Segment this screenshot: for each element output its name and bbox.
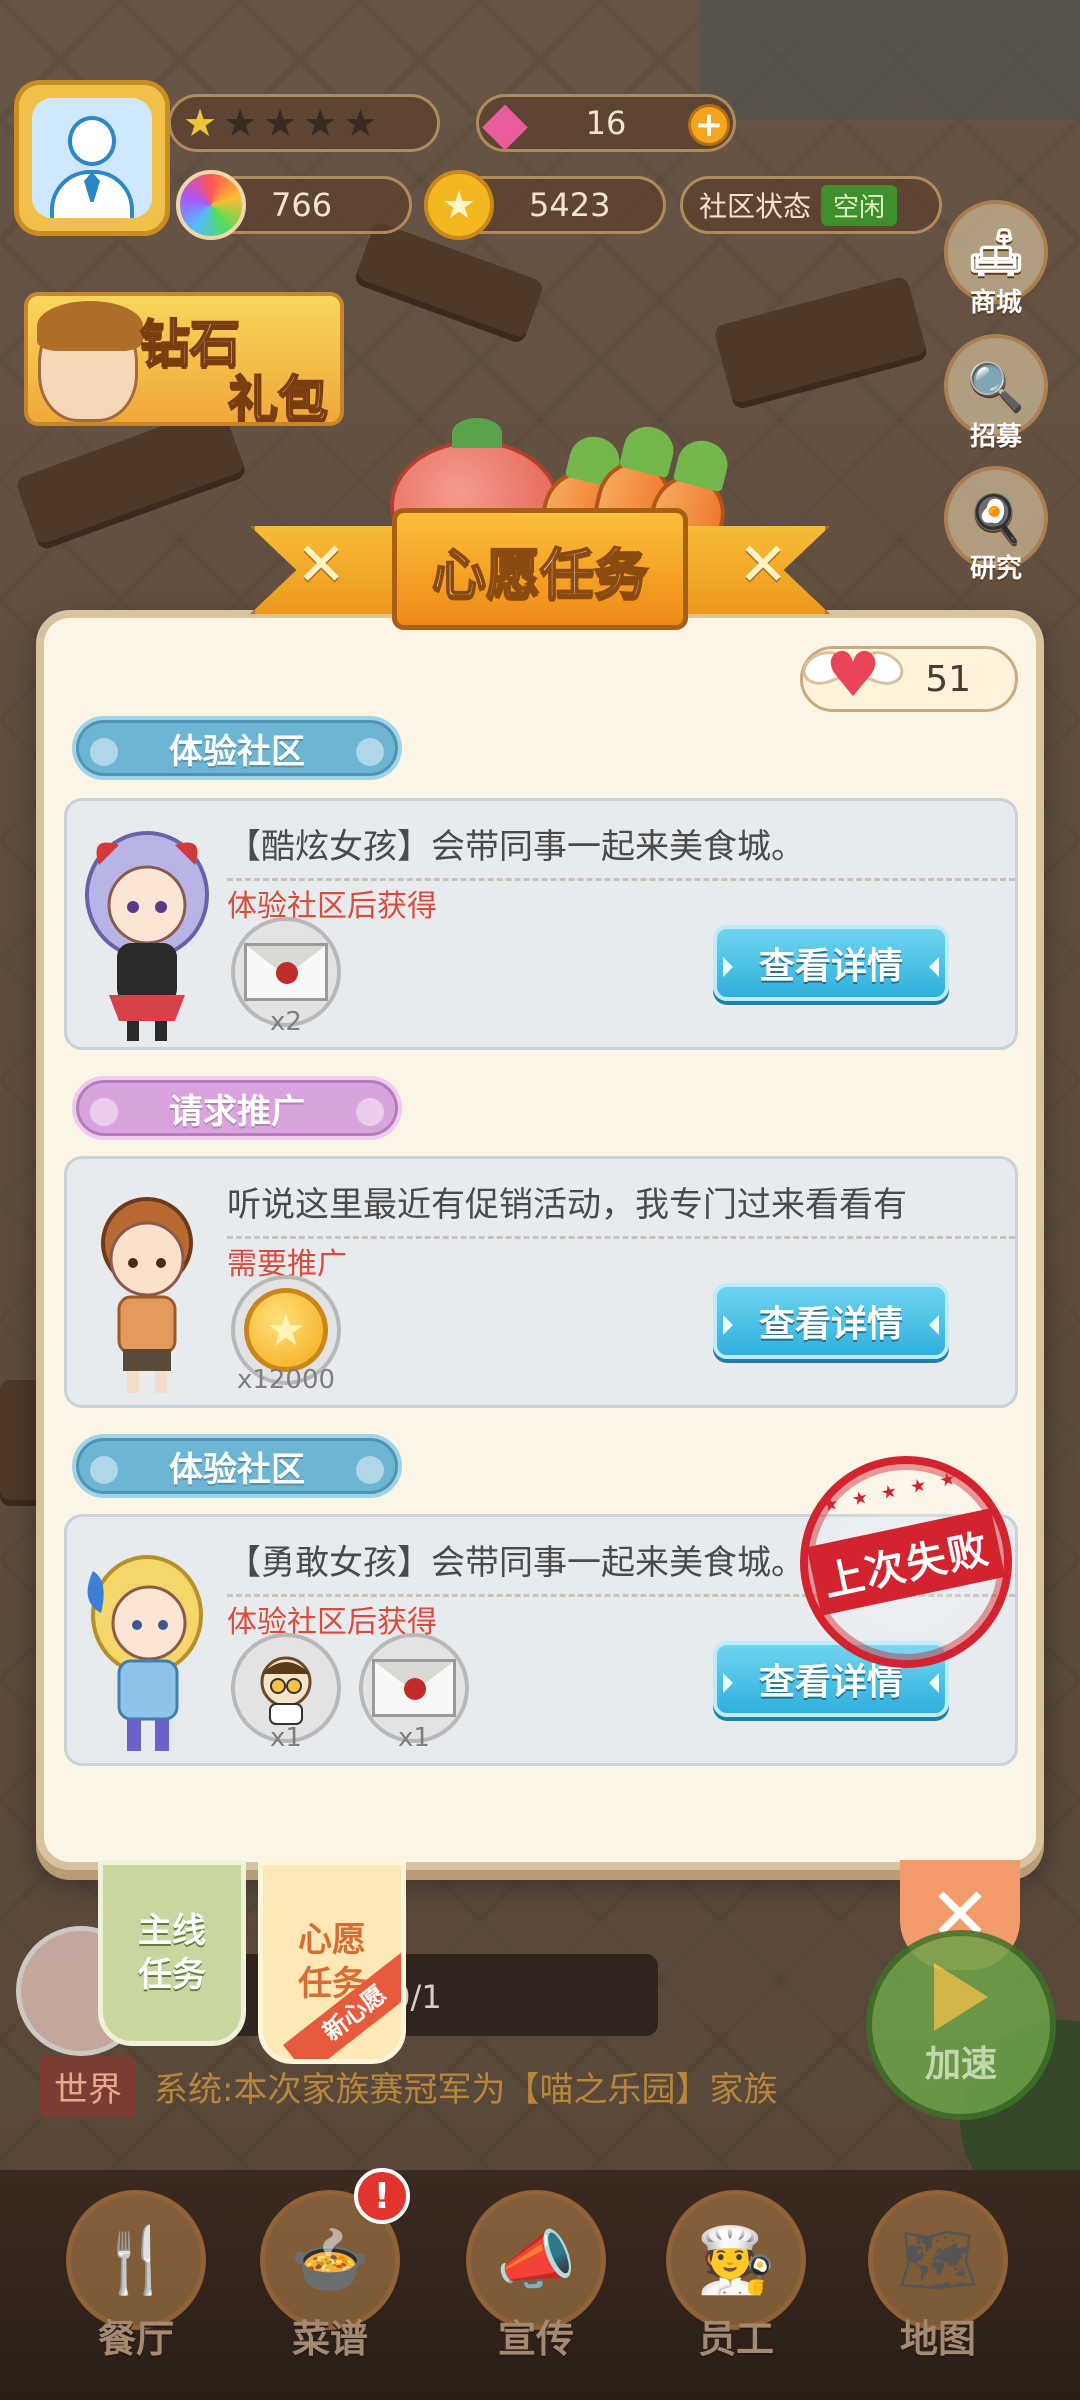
- envelope-icon: [372, 1659, 456, 1717]
- diamond-gift-pack[interactable]: 钻石 礼包: [24, 292, 344, 426]
- gold-coin-icon: ★: [244, 1288, 328, 1372]
- gem-icon: ◆: [481, 88, 529, 158]
- dialog-title-plate: 心愿任务: [392, 508, 688, 630]
- tab-main-quest[interactable]: 主线 任务: [98, 1860, 246, 2046]
- star-icon: ★: [223, 101, 258, 145]
- side-button-recruit[interactable]: 🔍 招募: [940, 334, 1052, 458]
- wish-task-card: 听说这里最近有促销活动，我专门过来看看有 需要推广 ★ x12000 查看详情: [64, 1156, 1018, 1408]
- envelope-icon: [244, 943, 328, 1001]
- tab-wish-quest[interactable]: 心愿 任务 新心愿: [258, 1860, 406, 2064]
- rainbow-count: 766: [271, 186, 333, 224]
- cool-girl-character-icon: [85, 831, 209, 1041]
- task-description: 【酷炫女孩】会带同事一起来美食城。: [227, 819, 1015, 881]
- nav-label: 地图: [899, 2317, 976, 2361]
- staff-member-icon: [260, 1656, 312, 1725]
- section-tag-request-promotion: 请求推广: [72, 1076, 402, 1140]
- star-rating: ★ ★ ★ ★ ★: [168, 94, 440, 152]
- player-avatar[interactable]: [14, 80, 170, 236]
- tab-label: 心愿: [298, 1919, 366, 1960]
- promo-title-line2: 礼包: [227, 370, 329, 426]
- nav-promotion[interactable]: 📣 宣传: [456, 2190, 616, 2390]
- tab-label: 主线: [138, 1910, 206, 1951]
- view-details-button[interactable]: 查看详情: [713, 925, 949, 1001]
- reward-quantity: x1: [270, 1723, 302, 1753]
- winged-heart-icon: ♥: [797, 632, 909, 718]
- section-tag-label: 体验社区: [169, 731, 305, 772]
- nav-map[interactable]: 🗺 地图: [858, 2190, 1018, 2390]
- notification-badge: !: [354, 2168, 410, 2224]
- wish-task-card: 【酷炫女孩】会带同事一起来美食城。 体验社区后获得 x2 查看详情: [64, 798, 1018, 1050]
- speed-up-label: 加速: [924, 2044, 997, 2085]
- world-channel-badge: 世界: [40, 2056, 136, 2117]
- reward-quantity: x2: [270, 1007, 302, 1037]
- star-icon: ★: [263, 101, 298, 145]
- side-button-label: 研究: [969, 554, 1022, 584]
- world-chat-line[interactable]: 世界 系统:本次家族赛冠军为【喵之乐园】家族: [40, 2056, 777, 2117]
- heart-count: 51: [925, 658, 971, 700]
- gold-coin-icon: ★: [424, 170, 494, 240]
- tab-label: 任务: [138, 1955, 206, 1995]
- side-button-research[interactable]: 🍳 研究: [940, 466, 1052, 590]
- utensils-icon: ✕: [296, 530, 347, 600]
- section-tag-experience-community: 体验社区: [72, 1434, 402, 1498]
- reward-quantity: x12000: [236, 1365, 336, 1395]
- nav-label: 菜谱: [291, 2317, 368, 2361]
- community-status-value: 空闲: [821, 184, 898, 226]
- reward-quantity: x1: [398, 1723, 430, 1753]
- star-icon: ★: [343, 101, 378, 145]
- brave-girl-character-icon: [87, 1555, 203, 1751]
- nav-restaurant[interactable]: 🍴 餐厅: [56, 2190, 216, 2390]
- dialog-title: 心愿任务: [431, 542, 649, 607]
- rainbow-icon: [176, 170, 246, 240]
- task-requirement: 体验社区后获得: [227, 889, 437, 924]
- gem-count: 16: [585, 104, 627, 142]
- view-details-button[interactable]: 查看详情: [713, 1283, 949, 1359]
- utensils-icon: ✕: [738, 530, 789, 600]
- play-icon: [934, 1963, 988, 2031]
- avatar-icon: [32, 98, 152, 218]
- gold-count: 5423: [529, 186, 611, 224]
- promo-character-icon: [37, 301, 143, 422]
- world-chat-message: 系统:本次家族赛冠军为【喵之乐园】家族: [154, 2070, 778, 2110]
- section-tag-label: 请求推广: [169, 1091, 305, 1132]
- speed-up-button[interactable]: 加速: [866, 1930, 1056, 2120]
- nav-staff[interactable]: 🧑‍🍳 员工: [656, 2190, 816, 2390]
- nav-label: 宣传: [497, 2317, 574, 2361]
- side-button-shop[interactable]: 🛋 商城: [940, 200, 1052, 324]
- community-status[interactable]: 社区状态 空闲: [680, 176, 942, 234]
- boy-character-icon: [101, 1197, 193, 1393]
- community-status-label: 社区状态: [699, 190, 812, 223]
- star-icon: ★: [303, 101, 338, 145]
- section-tag-experience-community: 体验社区: [72, 716, 402, 780]
- promo-title-line1: 钻石: [139, 314, 241, 374]
- stamp-label: 上次失败: [806, 1508, 1006, 1616]
- nav-label: 餐厅: [97, 2317, 174, 2361]
- side-button-label: 商城: [969, 288, 1022, 318]
- add-gems-button[interactable]: +: [688, 104, 730, 146]
- star-icon: ★: [183, 101, 218, 145]
- nav-label: 员工: [697, 2317, 774, 2361]
- task-description: 听说这里最近有促销活动，我专门过来看看有: [227, 1177, 1015, 1239]
- side-button-label: 招募: [969, 422, 1022, 452]
- section-tag-label: 体验社区: [169, 1449, 305, 1490]
